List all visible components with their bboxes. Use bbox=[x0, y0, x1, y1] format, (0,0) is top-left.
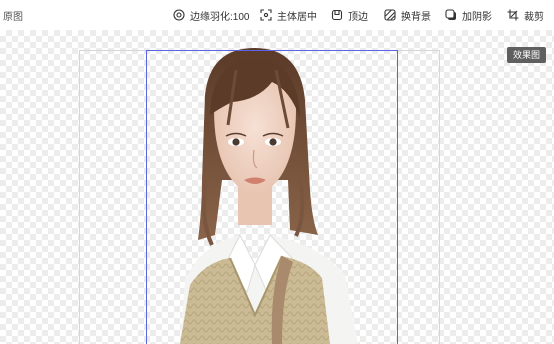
change-background-label: 换背景 bbox=[401, 11, 431, 23]
change-background-button[interactable]: 换背景 bbox=[384, 6, 431, 24]
top-edge-label: 顶边 bbox=[348, 11, 368, 23]
crop-label: 裁剪 bbox=[524, 11, 544, 23]
feather-edge-label: 边缘羽化:100 bbox=[190, 11, 250, 23]
target-icon bbox=[173, 9, 185, 21]
focus-frame-icon bbox=[260, 9, 272, 21]
crop-icon bbox=[507, 9, 519, 21]
original-image-label: 原图 bbox=[3, 12, 23, 23]
shadow-square-icon bbox=[445, 9, 456, 20]
add-shadow-button[interactable]: 加阴影 bbox=[445, 6, 492, 24]
crop-selection-box[interactable] bbox=[146, 50, 398, 344]
top-edge-icon bbox=[331, 9, 343, 21]
center-subject-button[interactable]: 主体居中 bbox=[260, 6, 317, 24]
feather-edge-button[interactable]: 边缘羽化:100 bbox=[173, 6, 249, 24]
top-edge-button[interactable]: 顶边 bbox=[331, 6, 368, 24]
center-subject-label: 主体居中 bbox=[277, 11, 317, 23]
crop-button[interactable]: 裁剪 bbox=[507, 6, 544, 24]
preview-canvas[interactable] bbox=[0, 30, 554, 344]
hatched-square-icon bbox=[384, 9, 396, 21]
add-shadow-label: 加阴影 bbox=[462, 11, 492, 23]
top-toolbar: 原图 边缘羽化:100 主体居中 顶边 换背景 加阴影 裁剪 bbox=[0, 0, 554, 30]
result-image-badge[interactable]: 效果图 bbox=[506, 47, 546, 63]
